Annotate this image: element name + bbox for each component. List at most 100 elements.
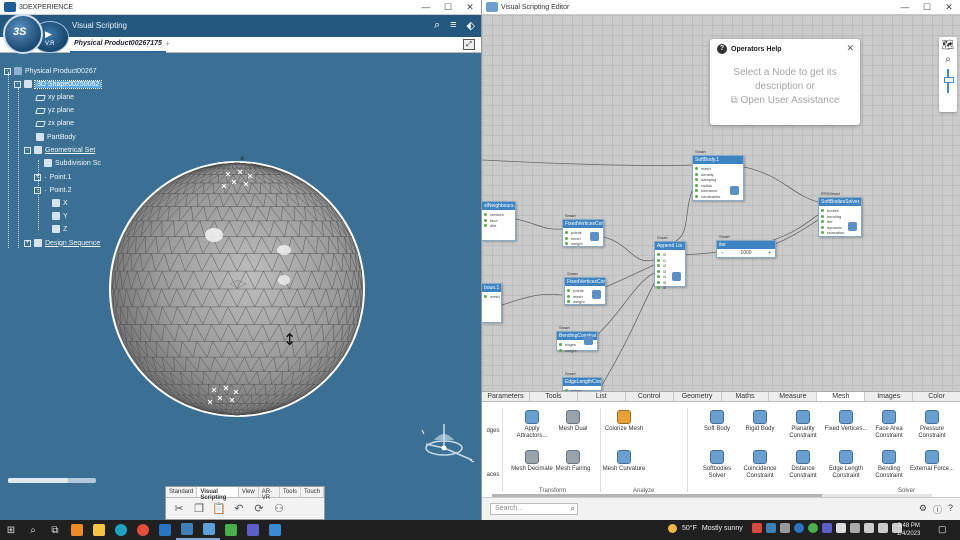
tree-point2[interactable]: - · Point.2 [34,186,71,195]
tray-app-icon[interactable] [822,523,832,533]
action-tab-standard[interactable]: Standard [166,487,198,497]
copy-icon[interactable]: ❐ [192,501,206,515]
clock[interactable]: 3:48 PM 1/4/2023 [897,522,920,538]
library-tab-tools[interactable]: Tools [530,392,578,401]
iter-value[interactable]: 1000 [740,250,751,256]
library-tab-control[interactable]: Control [626,392,674,401]
node-port[interactable]: i6 [657,285,681,291]
tree-root[interactable]: - Physical Product00267 [4,67,97,75]
collapse-icon[interactable]: - [4,67,11,75]
lib-soft-body[interactable]: Soft Body [694,410,740,433]
lib-edge-length[interactable]: Edge Length Constraint [823,450,869,480]
outlook-icon[interactable] [154,520,176,540]
subdivision-sphere[interactable]: ↕ [108,160,366,418]
update-icon[interactable]: ⟳ [252,501,266,515]
task-view-icon[interactable]: ⧉ [44,520,66,540]
fit-all-icon[interactable]: ⤢ [463,39,475,50]
node-port[interactable]: mesh [484,294,500,300]
tab-physical-product[interactable]: Physical Product00267175 [70,37,166,53]
search-input[interactable]: Search... ⌕ [490,503,578,515]
node-port[interactable]: dist [484,223,511,229]
visual-scripting-taskbar-icon[interactable] [198,520,220,540]
tree-geometrical-set[interactable]: - Geometrical Set [24,146,95,154]
map-icon[interactable]: 🗺 [939,40,957,51]
maximize-icon[interactable]: ☐ [916,0,938,14]
3ds-compass[interactable]: 3S [3,14,43,54]
start-icon[interactable]: ⊞ [0,520,22,540]
tray-app-icon[interactable] [836,523,846,533]
lib-bending[interactable]: Bending Constraint [866,450,912,480]
tree-xy-plane[interactable]: xy plane [35,94,74,101]
node-edge-length-constraint[interactable]: Smart EdgeLengthConst edges [562,371,602,393]
minimize-icon[interactable]: — [894,0,916,14]
lib-mesh-fairing[interactable]: Mesh Fairing [550,450,596,473]
scroll-thumb[interactable] [8,478,68,483]
node-bending-constraint[interactable]: Smart BendingConstrai edges weight [556,325,598,354]
volume-icon[interactable] [878,523,888,533]
lib-external-force[interactable]: External Force... [909,450,955,473]
info-icon[interactable]: ⓘ [933,503,942,516]
wifi-icon[interactable] [864,523,874,533]
node-append-list[interactable]: Smart Append Lis i0 i1 i2 i3 i4 i5 i6 [654,235,686,290]
expand-icon[interactable]: + [24,239,31,247]
paste-icon[interactable]: 📋 [212,501,226,515]
tray-app-icon[interactable] [780,523,790,533]
search-icon[interactable]: ⌕ [22,520,44,540]
library-tab-parameters[interactable]: Parameters [482,392,530,401]
action-tab-touch[interactable]: Touch [301,487,324,497]
collapse-icon[interactable]: - [14,80,21,88]
tray-app-icon[interactable] [794,523,804,533]
expand-icon[interactable]: + [34,174,41,181]
library-tab-color[interactable]: Color [913,392,960,401]
notifications-icon[interactable]: ▢ [938,524,947,535]
node-neighbours[interactable]: stNeighbours.1 vertices face dist [482,201,516,241]
teams-icon[interactable] [242,520,264,540]
node-canvas[interactable]: Smart SoftBody.1 mesh density damping radiu… [482,15,960,393]
undo-icon[interactable]: ↶ [232,501,246,515]
node-fixed-vertices-2[interactable]: Smart FixedVerticesCon points mesh weight [564,271,606,305]
node-softbodies-solver[interactable]: RSSSmart SoftBodiesSolver.1 bodies bendin… [818,191,862,237]
node-port[interactable]: weight [567,299,601,305]
settings-icon[interactable]: ⚙ [919,503,927,516]
tray-app-icon[interactable] [766,523,776,533]
tree-design-sequence[interactable]: + Design Sequence [24,239,100,247]
action-tab-tools[interactable]: Tools [280,487,301,497]
search-icon[interactable]: ⌕ [434,19,440,32]
tree-x[interactable]: X [52,199,68,207]
node-fixed-vertices[interactable]: Smart FixedVerticesCon points mesh weight [562,213,604,247]
lib-distance[interactable]: Distance Constraint [780,450,826,480]
lib-softbodies-solver[interactable]: Softbodies Solver [694,450,740,480]
tree-z[interactable]: Z [52,225,67,233]
node-port[interactable]: weight [559,348,593,354]
chrome-icon[interactable] [132,520,154,540]
green-app-icon[interactable] [220,520,242,540]
node-iter[interactable]: Smart iter − 1000 + [716,234,776,258]
vlc-icon[interactable] [66,520,88,540]
lib-fixed-vertices[interactable]: Fixed Vertices... [823,410,869,433]
graph-icon[interactable]: ⚇ [272,501,286,515]
library-tab-measure[interactable]: Measure [769,392,818,401]
zoom-slider[interactable] [944,69,954,93]
3dexperience-taskbar-icon[interactable] [176,520,198,540]
tag-icon[interactable]: ⬖ [467,19,475,32]
menu-icon[interactable]: ≡ [450,19,456,32]
new-tab-icon[interactable]: + [165,39,170,49]
weather-widget[interactable]: 50°F Mostly sunny [668,524,743,533]
tree-partbody[interactable]: PartBody [36,133,76,141]
lib-pressure[interactable]: Pressure Constraint [909,410,955,440]
increment-button[interactable]: + [768,250,771,256]
viewport-scrollbar[interactable] [8,478,96,483]
lib-mesh-curvature[interactable]: Mesh Curvature [601,450,647,473]
tree-yz-plane[interactable]: yz plane [35,107,74,114]
close-icon[interactable]: ✕ [459,0,481,14]
node-boundary[interactable]: boun.1 mesh [482,283,502,323]
lib-coincidence[interactable]: Coincidence Constraint [737,450,783,480]
node-port[interactable]: weight [565,241,599,247]
library-tab-list[interactable]: List [578,392,626,401]
action-tab-view[interactable]: View [239,487,259,497]
tray-app-icon[interactable] [752,523,762,533]
lib-colorize-mesh[interactable]: Colorize Mesh [601,410,647,433]
action-tab-ar-vr[interactable]: AR-VR [259,487,280,501]
close-icon[interactable]: ✕ [938,0,960,14]
zoom-icon[interactable]: ⌕ [939,54,957,65]
